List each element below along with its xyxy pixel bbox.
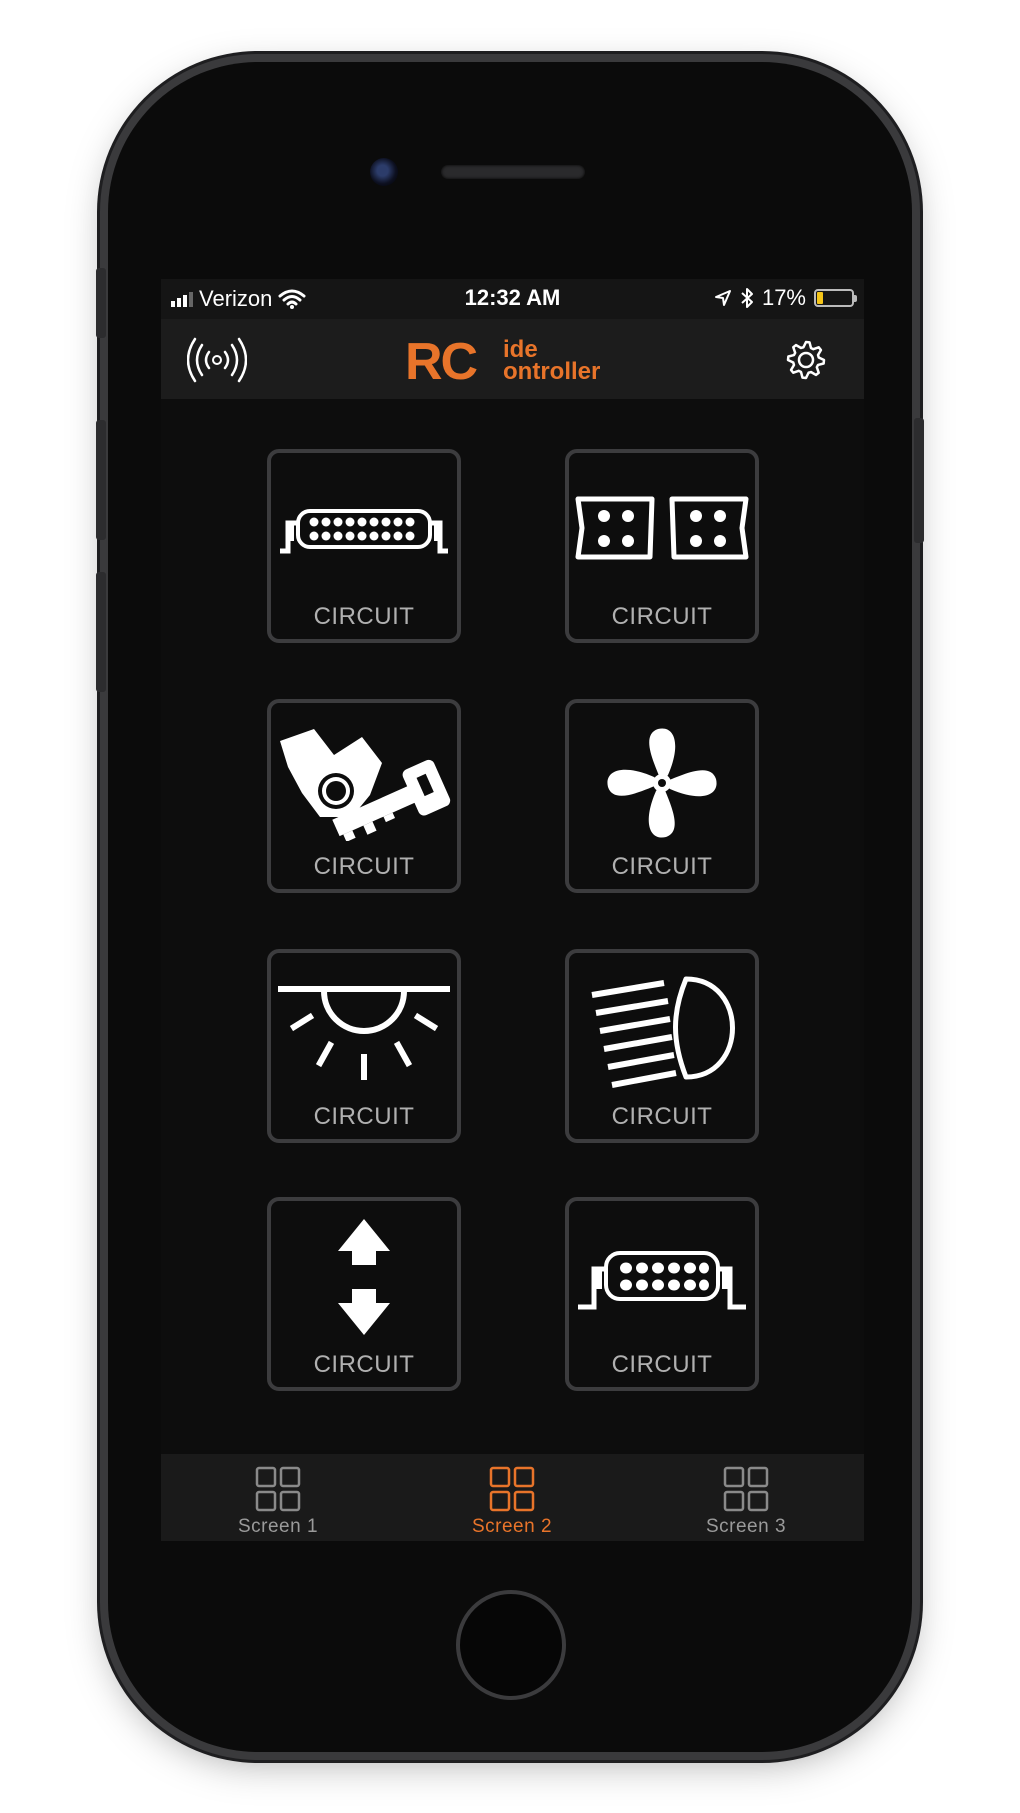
dome-light-icon xyxy=(278,986,450,1080)
tile-label: CIRCUIT xyxy=(313,1103,415,1130)
battery-percent: 17% xyxy=(761,285,806,310)
volume-up-button xyxy=(96,420,106,540)
tile-label: CIRCUIT xyxy=(313,603,415,630)
tile-label: CIRCUIT xyxy=(611,1351,713,1378)
tile-label: CIRCUIT xyxy=(611,853,713,880)
front-camera xyxy=(370,158,398,186)
tab-bar: Screen 1 Screen 2 Screen 3 xyxy=(161,1454,864,1541)
tile-label: CIRCUIT xyxy=(611,1103,713,1130)
bluetooth-icon xyxy=(741,288,753,308)
grid-icon xyxy=(255,1466,301,1512)
svg-text:ontroller: ontroller xyxy=(503,358,600,385)
tab-label: Screen 3 xyxy=(705,1516,787,1537)
location-arrow-icon xyxy=(714,290,731,306)
headlight-icon xyxy=(591,976,735,1088)
status-bar: Verizon 12:32 AM 17% xyxy=(161,279,864,319)
app-logo: RC ide ontroller xyxy=(405,333,600,391)
mute-switch xyxy=(96,268,106,338)
up-down-arrows-icon xyxy=(338,1219,390,1335)
engine-key-icon xyxy=(280,729,451,841)
volume-down-button xyxy=(96,572,106,692)
grid-icon xyxy=(489,1466,535,1512)
tab-label: Screen 2 xyxy=(471,1516,553,1537)
tab-label: Screen 1 xyxy=(237,1516,319,1537)
tile-label: CIRCUIT xyxy=(313,1351,415,1378)
gear-icon[interactable] xyxy=(776,335,836,385)
wireless-signal-icon[interactable] xyxy=(187,335,247,385)
tile-label: CIRCUIT xyxy=(611,603,713,630)
tile-label: CIRCUIT xyxy=(313,853,415,880)
light-bar-icon xyxy=(280,509,448,554)
app-screen: Verizon 12:32 AM 17% RC ide ontroller CI… xyxy=(161,279,864,1541)
circuit-tile-7[interactable]: CIRCUIT xyxy=(267,1197,461,1391)
circuit-tile-5[interactable]: CIRCUIT xyxy=(267,949,461,1143)
circuit-tile-8[interactable]: CIRCUIT xyxy=(565,1197,759,1391)
circuit-grid: CIRCUIT CIRCUIT CIRCUIT CIRCUIT CIRCUIT … xyxy=(161,399,864,1414)
circuit-tile-3[interactable]: CIRCUIT xyxy=(267,699,461,893)
grid-icon xyxy=(723,1466,769,1512)
tab-screen-3[interactable]: Screen 3 xyxy=(629,1454,863,1541)
power-button xyxy=(914,418,924,543)
nav-bar: RC ide ontroller xyxy=(161,319,864,399)
battery-icon xyxy=(814,289,857,307)
circuit-tile-1[interactable]: CIRCUIT xyxy=(267,449,461,643)
home-button[interactable] xyxy=(456,1590,566,1700)
circuit-tile-4[interactable]: CIRCUIT xyxy=(565,699,759,893)
tab-screen-2[interactable]: Screen 2 xyxy=(395,1454,629,1541)
light-bar-icon xyxy=(578,1251,746,1310)
dual-pod-lights-icon xyxy=(575,496,749,560)
circuit-tile-2[interactable]: CIRCUIT xyxy=(565,449,759,643)
fan-icon xyxy=(607,728,717,838)
circuit-tile-6[interactable]: CIRCUIT xyxy=(565,949,759,1143)
earpiece-speaker xyxy=(441,165,585,179)
svg-text:RC: RC xyxy=(405,333,478,391)
tab-screen-1[interactable]: Screen 1 xyxy=(161,1454,395,1541)
